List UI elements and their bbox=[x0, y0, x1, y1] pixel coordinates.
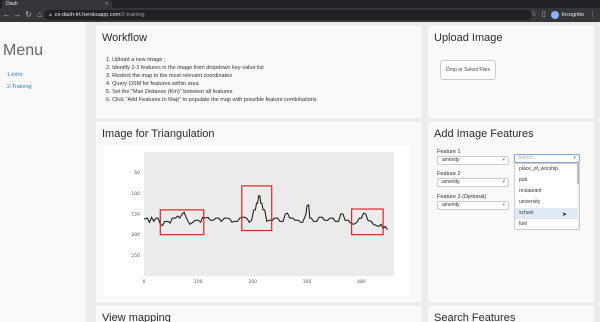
y-tick-label: 200 bbox=[131, 232, 140, 238]
workflow-step-5: 5. Set the "Max Distance (Km)" between a… bbox=[106, 89, 233, 95]
features-title: Add Image Features bbox=[434, 128, 534, 140]
feature1-value-placeholder: Select... bbox=[518, 155, 537, 161]
feature1-label: Feature 1 bbox=[437, 149, 461, 155]
home-icon[interactable]: ⌂ bbox=[35, 10, 44, 20]
profile-button[interactable]: Incognito bbox=[550, 11, 584, 19]
feature2-label: Feature 2 bbox=[437, 171, 461, 177]
workflow-step-2: 2. Identify 2-3 features in the image fr… bbox=[106, 65, 264, 71]
menu-title: Menu bbox=[3, 42, 44, 59]
sidebar: Menu 1-intro 2-Training bbox=[0, 22, 86, 322]
chevron-down-icon: ▾ bbox=[502, 179, 505, 185]
reload-icon[interactable]: ↻ bbox=[24, 10, 33, 20]
y-tick-label: 250 bbox=[131, 253, 140, 259]
workflow-step-1: 1. Upload a new image : bbox=[106, 57, 166, 63]
sidebar-link-intro[interactable]: 1-intro bbox=[7, 72, 23, 78]
option-pub[interactable]: pub bbox=[515, 175, 579, 186]
x-tick-label: 200 bbox=[248, 279, 257, 285]
sidebar-link-training[interactable]: 2-Training bbox=[7, 84, 32, 90]
forward-icon[interactable]: → bbox=[13, 10, 22, 20]
tab-strip: Dash × bbox=[0, 0, 600, 8]
option-school-label: school bbox=[519, 210, 534, 216]
feature3-label: Feature 3 (Optional) bbox=[437, 194, 487, 200]
option-university[interactable]: university bbox=[515, 197, 579, 208]
back-icon[interactable]: ← bbox=[2, 10, 11, 20]
tab-close-icon[interactable]: × bbox=[105, 0, 108, 8]
chevron-down-icon: ▾ bbox=[573, 155, 576, 161]
y-tick-label: 100 bbox=[131, 191, 140, 197]
option-restaurant[interactable]: restaurant bbox=[515, 186, 579, 197]
triangulation-panel: Image for Triangulation 50 100 150 200 250 0 1… bbox=[96, 122, 422, 302]
x-tick-label: 0 bbox=[143, 279, 146, 285]
view-mapping-panel: View mapping bbox=[96, 306, 422, 322]
feature2-key-dropdown[interactable]: amenity ▾ bbox=[437, 178, 509, 187]
profile-name: Incognito bbox=[561, 12, 584, 18]
url-path: /2-training bbox=[120, 12, 145, 18]
workflow-step-4: 4. Query OSM for features within area bbox=[106, 81, 199, 87]
more-menu-icon[interactable]: ⋮ bbox=[589, 9, 596, 21]
chevron-down-icon: ▾ bbox=[502, 202, 505, 208]
y-tick-label: 150 bbox=[131, 212, 140, 218]
feature3-key-value: amenity bbox=[442, 202, 460, 208]
feature2-key-value: amenity bbox=[442, 179, 460, 185]
option-place-of-worship[interactable]: place_of_worship bbox=[515, 164, 579, 175]
url-host: cs-dash-trt.herokuapp.com bbox=[54, 12, 121, 18]
feature1-key-dropdown[interactable]: amenity ▾ bbox=[437, 156, 509, 165]
search-features-panel: Search Features bbox=[428, 306, 594, 322]
option-fuel[interactable]: fuel bbox=[515, 219, 579, 229]
skyline-plot-svg: 50 100 150 200 250 0 100 200 300 400 bbox=[131, 152, 394, 285]
search-features-title: Search Features bbox=[434, 312, 516, 322]
toolbar-right: ☆ ▯ Incognito ⋮ bbox=[531, 9, 596, 21]
tab-title: Dash bbox=[6, 1, 18, 7]
feature3-key-dropdown[interactable]: amenity ▾ bbox=[437, 201, 509, 210]
bookmark-star-icon[interactable]: ☆ bbox=[531, 9, 537, 21]
workflow-step-3: 3. Restrict the map to the most relevant… bbox=[106, 73, 232, 79]
skyline-chart: 50 100 150 200 250 0 100 200 300 400 bbox=[104, 146, 410, 296]
triangulation-title: Image for Triangulation bbox=[102, 128, 215, 140]
y-tick-label: 50 bbox=[134, 170, 140, 176]
option-school[interactable]: school ➤ bbox=[515, 208, 579, 219]
lock-icon: 🔒︎ bbox=[49, 12, 52, 18]
incognito-avatar-icon bbox=[550, 11, 559, 19]
sidepanel-icon[interactable]: ▯ bbox=[542, 9, 546, 21]
upload-panel: Upload Image Drop or Select Files bbox=[428, 26, 594, 118]
feature1-key-value: amenity bbox=[442, 157, 460, 163]
workflow-panel: Workflow 1. Upload a new image : 2. Iden… bbox=[96, 26, 422, 118]
view-mapping-title: View mapping bbox=[102, 312, 171, 322]
feature1-value-search[interactable]: Select... ▾ bbox=[514, 154, 580, 163]
x-tick-label: 100 bbox=[194, 279, 203, 285]
x-tick-label: 400 bbox=[357, 279, 366, 285]
x-tick-label: 300 bbox=[303, 279, 312, 285]
options-scroll-thumb[interactable] bbox=[577, 164, 579, 184]
options-scrollbar[interactable] bbox=[577, 164, 579, 229]
upload-title: Upload Image bbox=[434, 32, 503, 44]
feature-options-menu: place_of_worship pub restaurant universi… bbox=[514, 163, 580, 230]
workflow-title: Workflow bbox=[102, 32, 148, 44]
chevron-down-icon: ▾ bbox=[502, 157, 505, 163]
upload-drop-button[interactable]: Drop or Select Files bbox=[440, 60, 496, 80]
address-bar[interactable]: 🔒︎ cs-dash-trt.herokuapp.com /2-training bbox=[44, 10, 532, 20]
browser-tab[interactable]: Dash × bbox=[2, 0, 112, 8]
workflow-step-6: 6. Click "Add Features to Map" to popula… bbox=[106, 97, 317, 103]
page-content: Menu 1-intro 2-Training Workflow 1. Uplo… bbox=[0, 22, 600, 322]
features-panel: Add Image Features Feature 1 amenity ▾ F… bbox=[428, 122, 594, 302]
